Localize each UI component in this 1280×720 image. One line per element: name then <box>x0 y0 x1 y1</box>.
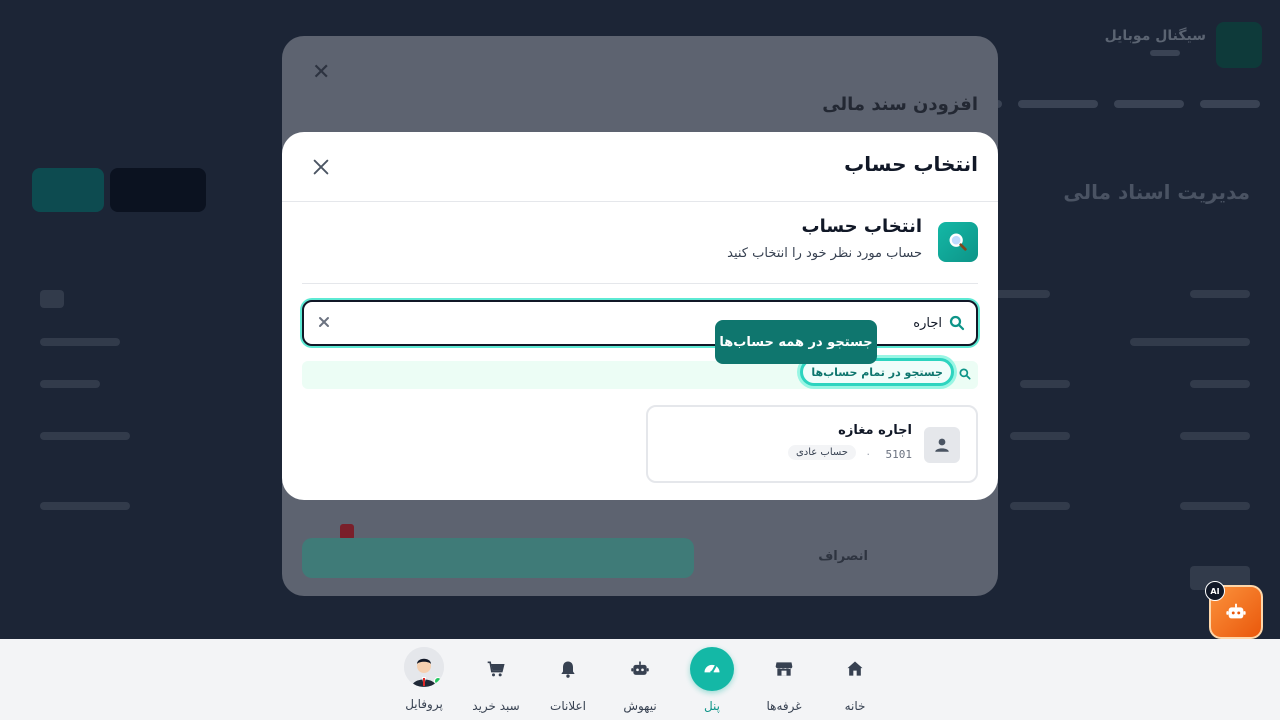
section-title: انتخاب حساب <box>801 216 923 237</box>
nav-label: غرفه‌ها <box>766 699 802 713</box>
search-icon <box>938 222 978 262</box>
nav-item-notifications[interactable]: اعلانات <box>540 647 596 713</box>
breadcrumb <box>962 100 1260 108</box>
robot-icon <box>618 647 662 691</box>
nav-label: سبد خرید <box>472 699 520 713</box>
search-tooltip: جستجو در همه حساب‌ها <box>715 320 877 364</box>
section-subtitle: حساب مورد نظر خود را انتخاب کنید <box>727 246 922 261</box>
store-logo <box>1216 22 1262 68</box>
robot-icon <box>1226 603 1246 619</box>
account-code: 5101 <box>885 448 913 461</box>
select-account-modal: انتخاب حساب انتخاب حساب حساب مورد نظر خو… <box>282 132 998 500</box>
nav-label: خانه <box>844 699 866 713</box>
save-document-button <box>302 538 694 578</box>
search-icon <box>949 315 965 331</box>
nav-item-home[interactable]: خانه <box>827 647 883 713</box>
clear-search-icon[interactable] <box>316 314 332 330</box>
store-subtitle <box>1150 50 1180 56</box>
close-button[interactable] <box>310 156 332 178</box>
nav-label: پنل <box>703 699 721 713</box>
account-type-badge: حساب عادی <box>787 445 856 460</box>
nav-label: پروفایل <box>405 697 443 711</box>
cart-icon <box>474 647 518 691</box>
global-search-bar: جستجو در تمام حساب‌ها <box>302 358 978 389</box>
store-name: سیگنال موبایل <box>1104 28 1206 44</box>
search-icon <box>959 368 971 380</box>
separator-dot: · <box>866 448 871 461</box>
account-name: اجاره مغازه <box>838 423 912 438</box>
cancel-button: انصراف <box>818 549 868 564</box>
nav-label: اعلانات <box>550 699 586 713</box>
add-document-title: افزودن سند مالی <box>822 94 978 115</box>
bell-icon <box>546 647 590 691</box>
export-button <box>32 168 104 212</box>
nav-item-profile[interactable]: پروفایل <box>396 647 452 711</box>
close-icon <box>313 159 329 175</box>
modal-header: انتخاب حساب <box>282 132 998 202</box>
online-status-dot <box>434 677 442 685</box>
nav-label: نیهوش <box>623 699 657 713</box>
nav-item-panel[interactable]: پنل <box>684 647 740 713</box>
nav-item-nihoosh[interactable]: نیهوش <box>612 647 668 713</box>
avatar <box>404 647 444 687</box>
account-result-item[interactable]: اجاره مغازه 5101 · حساب عادی <box>646 405 978 483</box>
ai-assistant-button[interactable]: AI <box>1205 581 1263 639</box>
nav-item-cart[interactable]: سبد خرید <box>468 647 524 713</box>
ai-badge: AI <box>1205 581 1225 601</box>
close-icon: ✕ <box>312 60 331 85</box>
store-icon <box>762 647 806 691</box>
user-icon <box>924 427 960 463</box>
home-icon <box>833 647 877 691</box>
new-document-button <box>110 168 206 212</box>
bottom-navigation: خانه غرفه‌ها پنل نیهوش اعلانات سبد خرید <box>0 639 1280 720</box>
dashboard-icon <box>690 647 734 691</box>
page-title: مدیریت اسناد مالی <box>1063 180 1250 204</box>
modal-title: انتخاب حساب <box>844 152 978 176</box>
section-header: انتخاب حساب حساب مورد نظر خود را انتخاب … <box>302 216 978 284</box>
nav-item-booths[interactable]: غرفه‌ها <box>756 647 812 713</box>
